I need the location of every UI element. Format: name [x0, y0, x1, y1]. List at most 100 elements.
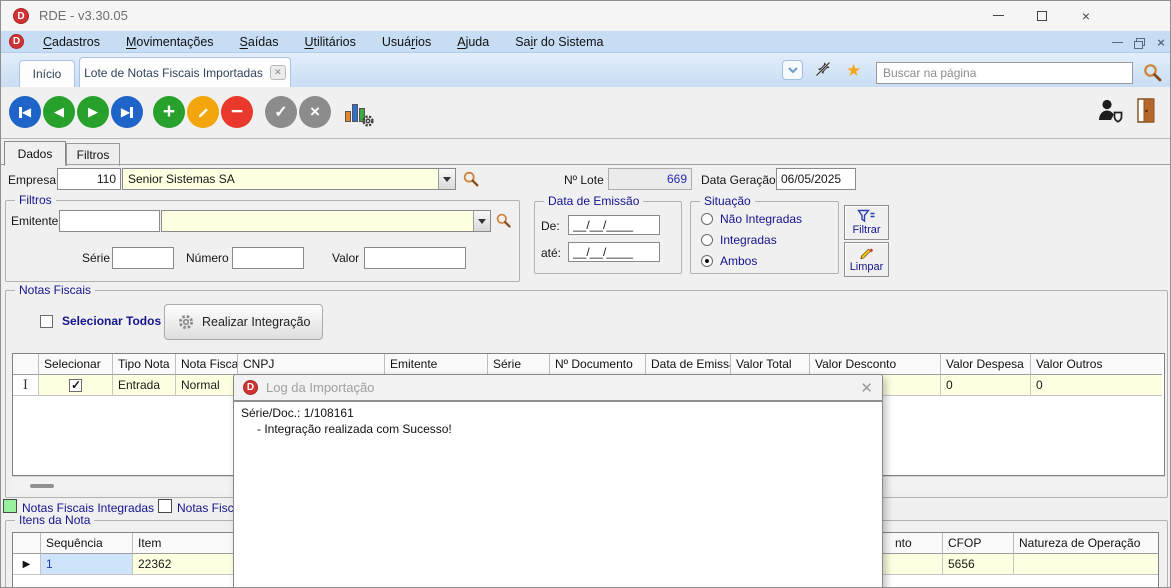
column-header[interactable]: CFOP	[943, 533, 1014, 554]
serie-input[interactable]	[112, 247, 174, 269]
menu-item-usuarios[interactable]: Usuários	[369, 31, 444, 53]
menu-bar: D Cadastros Movimentações Saídas Utilitá…	[1, 31, 1170, 53]
emitente-code-input[interactable]	[59, 210, 160, 232]
edit-record-button[interactable]	[187, 96, 219, 128]
first-arrow-icon: ◀	[21, 105, 32, 119]
cancel-button[interactable]: ×	[299, 96, 331, 128]
tab-baseline	[1, 164, 1170, 165]
confirm-button[interactable]: ✓	[265, 96, 297, 128]
empresa-combo[interactable]: Senior Sistemas SA	[122, 168, 456, 190]
radio-integradas[interactable]: Integradas	[701, 233, 777, 247]
previous-record-button[interactable]: ◀	[43, 96, 75, 128]
mdi-close-button[interactable]: ×	[1151, 34, 1170, 50]
pin-toggle-button[interactable]	[814, 60, 832, 78]
column-header[interactable]: Valor Despesa	[941, 354, 1031, 375]
dialog-close-icon[interactable]: ✕	[860, 379, 873, 397]
column-header[interactable]: Série	[488, 354, 550, 375]
minimize-button[interactable]	[976, 1, 1020, 30]
last-bar-icon	[130, 106, 134, 118]
de-date-input[interactable]	[568, 215, 660, 235]
valor-label: Valor	[332, 251, 360, 265]
close-button[interactable]: ×	[1064, 1, 1108, 30]
column-header[interactable]: Selecionar	[39, 354, 113, 375]
column-header[interactable]: Tipo Nota	[113, 354, 176, 375]
numero-label: Número	[186, 251, 229, 265]
menu-item-sair[interactable]: Sair do Sistema	[502, 31, 616, 53]
column-header[interactable]: CNPJ	[238, 354, 385, 375]
search-input[interactable]	[876, 62, 1133, 84]
indicator-header	[13, 354, 39, 375]
exit-button[interactable]	[1135, 97, 1159, 124]
column-header[interactable]: Sequência	[41, 533, 133, 554]
valor-input[interactable]	[364, 247, 466, 269]
title-bar: D RDE - v3.30.05 ×	[1, 1, 1170, 31]
selecionar-todos-checkbox[interactable]: Selecionar Todos	[40, 314, 161, 328]
limpar-button[interactable]: Limpar	[844, 242, 889, 277]
menu-item-movimentacoes[interactable]: Movimentações	[113, 31, 227, 53]
ate-date-input[interactable]	[568, 242, 660, 262]
tab-lote-notas-fiscais[interactable]: Lote de Notas Fiscais Importadas ✕	[79, 57, 291, 87]
user-permissions-button[interactable]	[1097, 97, 1124, 123]
tab-filtros[interactable]: Filtros	[66, 143, 120, 166]
menu-item-utilitarios[interactable]: Utilitários	[291, 31, 368, 53]
column-header[interactable]: Valor Desconto	[810, 354, 941, 375]
row-checkbox-checked[interactable]	[69, 378, 82, 392]
column-header[interactable]: Natureza de Operação	[1014, 533, 1158, 554]
cell-sequencia: 1	[41, 554, 133, 575]
menu-item-cadastros[interactable]: Cadastros	[30, 31, 113, 53]
de-label: De:	[541, 219, 560, 233]
realizar-integracao-button[interactable]: Realizar Integração	[164, 304, 324, 340]
tab-list-dropdown-button[interactable]	[782, 60, 803, 80]
mdi-restore-button[interactable]	[1129, 34, 1149, 50]
data-geracao-input[interactable]	[776, 168, 856, 190]
add-record-button[interactable]: +	[153, 96, 185, 128]
indicator-header	[13, 533, 41, 554]
maximize-button[interactable]	[1020, 1, 1064, 30]
empresa-code-input[interactable]	[57, 168, 121, 190]
first-record-button[interactable]: ◀	[9, 96, 41, 128]
empresa-dropdown-button[interactable]	[438, 169, 455, 189]
scrollbar-thumb[interactable]	[30, 484, 54, 488]
tab-close-icon[interactable]: ✕	[269, 65, 286, 80]
gear-icon	[362, 115, 374, 127]
menu-item-saidas[interactable]: Saídas	[227, 31, 292, 53]
next-record-button[interactable]: ▶	[77, 96, 109, 128]
gear-icon	[178, 314, 194, 330]
filtrar-button[interactable]: Filtrar	[844, 205, 889, 240]
cell-tipo-nota: Entrada	[113, 375, 176, 396]
radio-icon	[701, 213, 713, 225]
column-header[interactable]: Data de Emissão	[646, 354, 731, 375]
empresa-search-button[interactable]	[462, 170, 480, 188]
chart-bar-icon	[352, 104, 358, 122]
dialog-log-text: Série/Doc.: 1/108161 - Integração realiz…	[234, 402, 882, 440]
cell-nota-fiscal: Normal	[176, 375, 238, 396]
data-emissao-groupbox: Data de Emissão De: até:	[534, 194, 682, 274]
emitente-dropdown-button[interactable]	[473, 211, 490, 231]
last-record-button[interactable]: ▶	[111, 96, 143, 128]
column-header[interactable]: Valor Total	[731, 354, 810, 375]
numero-input[interactable]	[232, 247, 304, 269]
app-icon: D	[13, 8, 29, 24]
column-header[interactable]: Emitente	[385, 354, 488, 375]
emitente-search-button[interactable]	[495, 212, 512, 229]
delete-record-button[interactable]: −	[221, 96, 253, 128]
emitente-combo[interactable]	[161, 210, 491, 232]
column-header[interactable]: Nota Fiscal	[176, 354, 238, 375]
mdi-minimize-button[interactable]	[1107, 34, 1127, 50]
radio-ambos[interactable]: Ambos	[701, 254, 757, 268]
lote-input	[608, 168, 692, 190]
notas-fiscais-groupbox-label: Notas Fiscais	[15, 283, 96, 297]
favorite-star-icon[interactable]: ★	[846, 62, 861, 79]
tab-dados[interactable]: Dados	[4, 141, 66, 166]
itens-da-nota-groupbox-label: Itens da Nota	[15, 513, 95, 527]
chart-settings-button[interactable]	[343, 98, 374, 127]
maximize-icon	[1037, 10, 1047, 21]
radio-nao-integradas[interactable]: Não Integradas	[701, 212, 802, 226]
limpar-label: Limpar	[849, 261, 884, 273]
column-header[interactable]: Nº Documento	[550, 354, 646, 375]
column-header[interactable]: Valor Outros	[1031, 354, 1162, 375]
menu-item-ajuda[interactable]: Ajuda	[444, 31, 502, 53]
search-button[interactable]	[1142, 62, 1163, 83]
tab-inicio[interactable]: Início	[19, 60, 75, 87]
cell-valor-outros: 0	[1031, 375, 1162, 396]
